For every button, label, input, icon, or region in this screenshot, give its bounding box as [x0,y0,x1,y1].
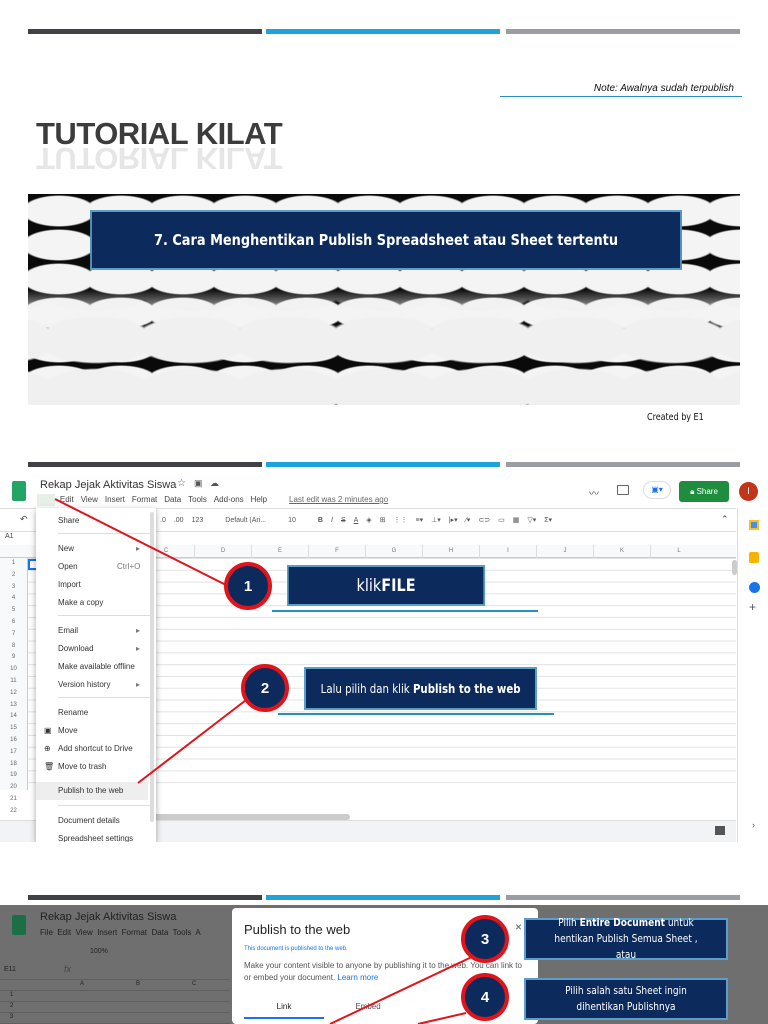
banner-title: 7. Cara Menghentikan Publish Spreadsheet… [90,210,682,270]
step-3-badge: 3 [461,915,509,963]
callout-4: Pilih salah satu Sheet ingin dihentikan … [524,978,728,1020]
sheets-screenshot-2: Rekap Jejak Aktivitas Siswa File Edit Vi… [0,905,768,1024]
note-text: Note: Awalnya sudah terpublish [593,83,734,94]
divider-bar [28,462,262,467]
divider-bar [266,462,500,467]
credit-text: Created by E1 [647,412,704,423]
step-4-badge: 4 [461,973,509,1021]
divider-bar [506,29,740,34]
step-1-badge: 1 [224,562,272,610]
sheets-screenshot-1: Rekap Jejak Aktivitas Siswa ☆ ▣ ☁ FileEd… [0,470,768,842]
callout-3: Pilih Entire Document untuk hentikan Pub… [524,916,728,961]
callout-2: Lalu pilih dan klik Publish to the web [304,667,537,710]
divider-bar [506,895,740,900]
divider-bar [28,895,262,900]
divider-bar [28,29,262,34]
pointer-line-2 [137,696,251,784]
divider-bar [506,462,740,467]
callout-1: klik FILE [287,565,486,606]
page-title: TUTORIAL KILAT [36,116,283,151]
divider-bar [266,895,500,900]
pointer-line-1 [54,498,229,587]
note-underline [500,96,742,97]
step-2-badge: 2 [241,664,289,712]
divider-bar [266,29,500,34]
pointer-lines [54,498,251,784]
